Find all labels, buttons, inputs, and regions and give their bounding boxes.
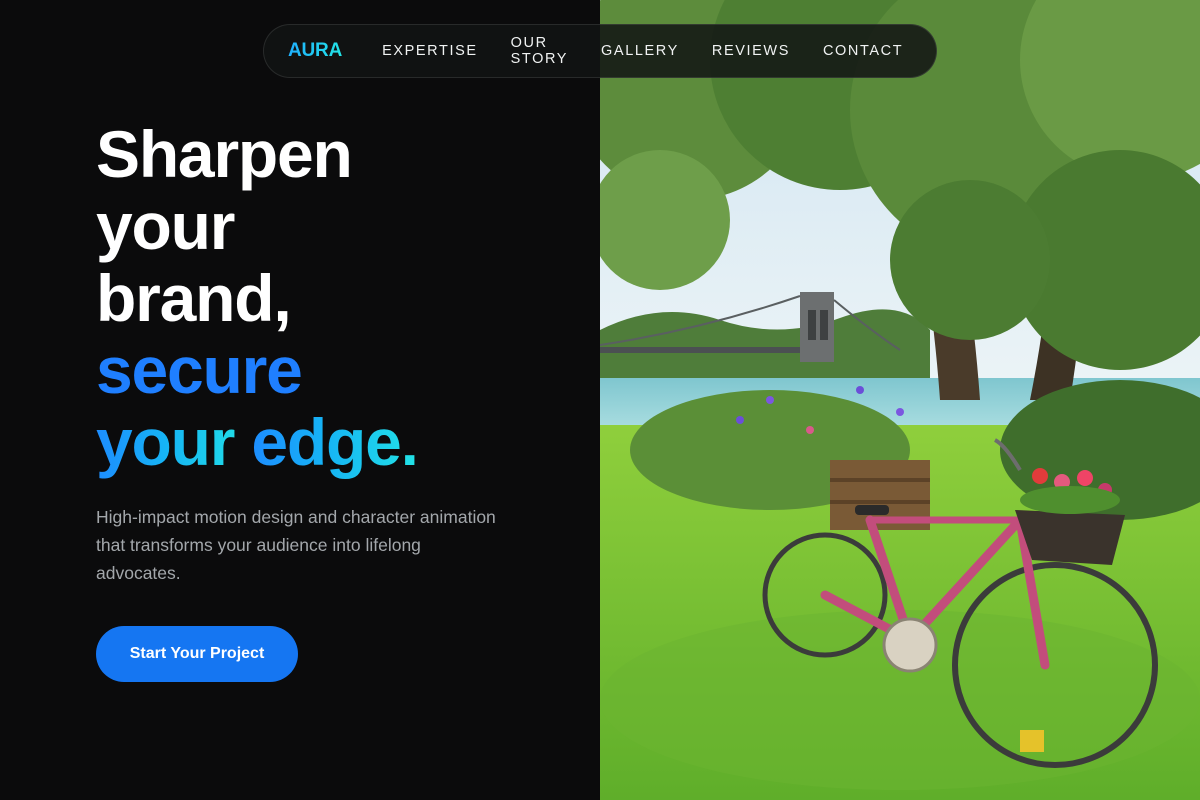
nav-link-expertise[interactable]: EXPERTISE (382, 43, 478, 59)
headline-line-5-part-1: your (96, 405, 252, 479)
top-nav: AURA EXPERTISE OUR STORY GALLERY REVIEWS… (263, 24, 937, 78)
hero-image (600, 0, 1200, 800)
brand-logo[interactable]: AURA (288, 40, 342, 62)
headline-line-2: your (96, 189, 235, 263)
headline-line-5-part-2: edge. (251, 405, 419, 479)
hero-photo-illustration (600, 0, 1200, 800)
nav-link-reviews[interactable]: REVIEWS (712, 43, 790, 59)
nav-link-contact[interactable]: CONTACT (823, 43, 903, 59)
nav-link-gallery[interactable]: GALLERY (601, 43, 679, 59)
start-project-button[interactable]: Start Your Project (96, 626, 298, 682)
headline-line-5: your edge. (96, 406, 556, 478)
hero-headline: Sharpen your brand, secure your edge. (96, 118, 556, 478)
nav-link-our-story[interactable]: OUR STORY (511, 35, 568, 67)
headline-line-1: Sharpen (96, 117, 353, 191)
headline-line-4-accent: secure (96, 333, 303, 407)
hero-subtext: High-impact motion design and character … (96, 507, 496, 583)
headline-line-3: brand, (96, 261, 292, 335)
